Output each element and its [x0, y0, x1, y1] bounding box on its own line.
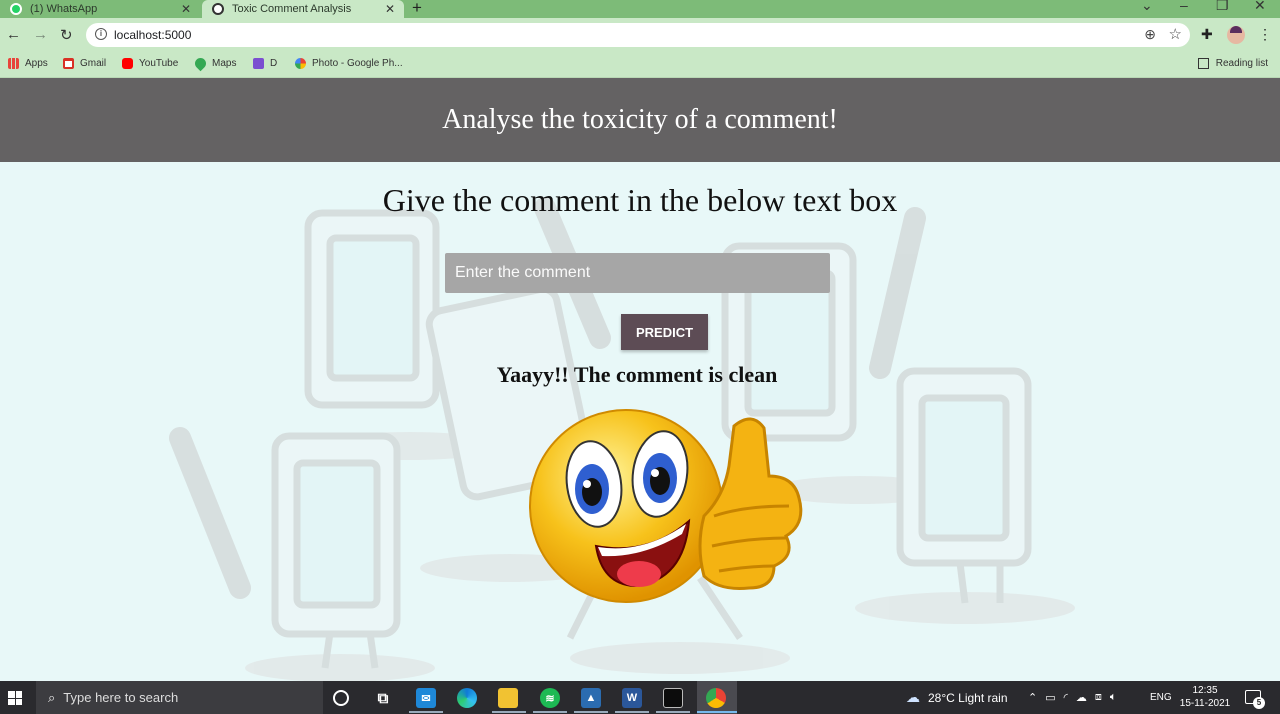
- bookmark-label: Gmail: [80, 58, 107, 69]
- photos-open-indicator: [574, 711, 608, 713]
- bookmark-d[interactable]: D: [253, 58, 277, 69]
- bookmarks-bar: Apps Gmail YouTube Maps D Photo - Google…: [0, 53, 1280, 78]
- tab-whatsapp[interactable]: (1) WhatsApp ✕: [0, 0, 200, 18]
- terminal-open-indicator: [656, 711, 690, 713]
- youtube-icon: [122, 58, 133, 69]
- reading-list-icon: [1197, 58, 1209, 69]
- weather-text: 28°C Light rain: [928, 690, 1008, 705]
- taskbar-search-box[interactable]: ⌕ Type here to search: [36, 681, 323, 714]
- clock-date: 15-11-2021: [1179, 698, 1231, 709]
- extensions-puzzle-icon[interactable]: ✚: [1201, 26, 1213, 43]
- taskbar-search-placeholder: Type here to search: [63, 690, 179, 705]
- web-page: Analyse the toxicity of a comment! Give …: [0, 78, 1280, 681]
- tab-title: Toxic Comment Analysis: [232, 3, 352, 15]
- system-tray-icons: ⌃ ▭ ◜ ☁ ⧈ 🔈︎: [1028, 681, 1117, 714]
- browser-tab-strip: (1) WhatsApp ✕ Toxic Comment Analysis ✕ …: [0, 0, 1280, 18]
- tab-title: (1) WhatsApp: [30, 3, 98, 15]
- windows-taskbar: ⌕ Type here to search ⧉ ✉ ≋ ▲ W ☁ 28°C L…: [0, 681, 1280, 714]
- instruction-heading: Give the comment in the below text box: [382, 182, 898, 218]
- bookmark-youtube[interactable]: YouTube: [122, 58, 178, 69]
- notification-count-badge: 5: [1253, 697, 1265, 709]
- browser-menu-icon[interactable]: ⋮: [1258, 26, 1272, 43]
- profile-avatar[interactable]: [1227, 26, 1245, 44]
- gmail-icon: [63, 58, 74, 69]
- close-tab-icon[interactable]: ✕: [382, 2, 398, 16]
- bookmark-label: Photo - Google Ph...: [312, 58, 403, 69]
- reading-list-label: Reading list: [1215, 58, 1268, 69]
- file-explorer-icon[interactable]: [498, 688, 518, 708]
- word-open-indicator: [615, 711, 649, 713]
- mail-open-indicator: [409, 711, 443, 713]
- apps-grid-icon: [8, 58, 19, 69]
- list-icon: [253, 58, 264, 69]
- search-icon: ⌕: [48, 689, 56, 705]
- bookmark-apps[interactable]: Apps: [8, 58, 48, 69]
- tab-toxic-comment-analysis[interactable]: Toxic Comment Analysis ✕: [202, 0, 404, 18]
- close-tab-icon[interactable]: ✕: [178, 2, 194, 16]
- weather-widget[interactable]: ☁ 28°C Light rain: [906, 681, 1008, 714]
- display-icon[interactable]: ⧈: [1095, 691, 1102, 704]
- google-photos-icon: [295, 58, 306, 69]
- wifi-icon[interactable]: ◜: [1064, 691, 1068, 704]
- battery-icon[interactable]: ▭: [1045, 691, 1055, 704]
- chrome-icon[interactable]: [706, 688, 726, 708]
- notification-center-icon[interactable]: 5: [1245, 690, 1265, 709]
- maps-pin-icon: [192, 55, 209, 72]
- minimize-button[interactable]: –: [1180, 0, 1188, 13]
- spotify-open-indicator: [533, 711, 567, 713]
- comment-input[interactable]: [445, 253, 830, 293]
- terminal-icon[interactable]: [663, 688, 683, 708]
- task-view-icon[interactable]: ⧉: [373, 688, 393, 708]
- clock-time: 12:35: [1192, 685, 1218, 696]
- browser-toolbar: ← → ↻ i localhost:5000 ⊕ ☆ ✚ ⋮: [0, 18, 1280, 53]
- show-hidden-icons-icon[interactable]: ⌃: [1028, 691, 1037, 704]
- bookmark-label: YouTube: [139, 58, 179, 69]
- bookmark-google-photos[interactable]: Photo - Google Ph...: [295, 58, 403, 69]
- zoom-icon[interactable]: ⊕: [1144, 26, 1156, 43]
- mail-icon[interactable]: ✉: [416, 688, 436, 708]
- page-header: Analyse the toxicity of a comment!: [0, 78, 1280, 162]
- bookmark-label: Maps: [212, 58, 237, 69]
- bookmark-label: Apps: [25, 58, 48, 69]
- page-title: Analyse the toxicity of a comment!: [442, 104, 838, 135]
- bookmark-gmail[interactable]: Gmail: [63, 58, 106, 69]
- cortana-icon[interactable]: [333, 690, 349, 706]
- url-text[interactable]: localhost:5000: [114, 28, 191, 42]
- edge-icon[interactable]: [457, 688, 477, 708]
- explorer-open-indicator: [492, 711, 526, 713]
- globe-icon: [212, 3, 224, 15]
- predict-button[interactable]: PREDICT: [621, 314, 708, 350]
- spotify-icon[interactable]: ≋: [540, 688, 560, 708]
- volume-icon[interactable]: 🔈︎: [1110, 691, 1117, 704]
- close-window-button[interactable]: ✕: [1254, 0, 1266, 14]
- prediction-result: Yaayy!! The comment is clean: [496, 362, 778, 387]
- forward-arrow-icon[interactable]: →: [33, 26, 48, 43]
- tab-search-chevron-icon[interactable]: ⌄: [1141, 0, 1153, 14]
- address-bar[interactable]: i localhost:5000 ⊕ ☆: [86, 23, 1190, 47]
- taskbar-clock[interactable]: 12:35 15-11-2021: [1172, 684, 1238, 710]
- restore-button[interactable]: ❐: [1216, 0, 1229, 14]
- back-arrow-icon[interactable]: ←: [6, 26, 21, 43]
- language-indicator[interactable]: ENG: [1150, 681, 1172, 714]
- bookmark-maps[interactable]: Maps: [192, 55, 237, 72]
- bookmark-label: D: [270, 58, 278, 69]
- chrome-active-indicator: [697, 711, 737, 713]
- windows-start-icon[interactable]: [8, 691, 22, 705]
- onedrive-icon[interactable]: ☁: [1076, 691, 1087, 704]
- whatsapp-icon: [10, 3, 22, 15]
- reading-list-button[interactable]: Reading list: [1197, 58, 1268, 69]
- bookmark-star-icon[interactable]: ☆: [1169, 25, 1182, 43]
- reload-icon[interactable]: ↻: [60, 26, 73, 44]
- site-info-icon[interactable]: i: [95, 28, 107, 40]
- new-tab-button[interactable]: +: [412, 0, 422, 18]
- cloud-rain-icon: ☁: [906, 689, 920, 705]
- word-icon[interactable]: W: [622, 688, 642, 708]
- thumbs-up-smiley-icon: [529, 409, 803, 603]
- photos-icon[interactable]: ▲: [581, 688, 601, 708]
